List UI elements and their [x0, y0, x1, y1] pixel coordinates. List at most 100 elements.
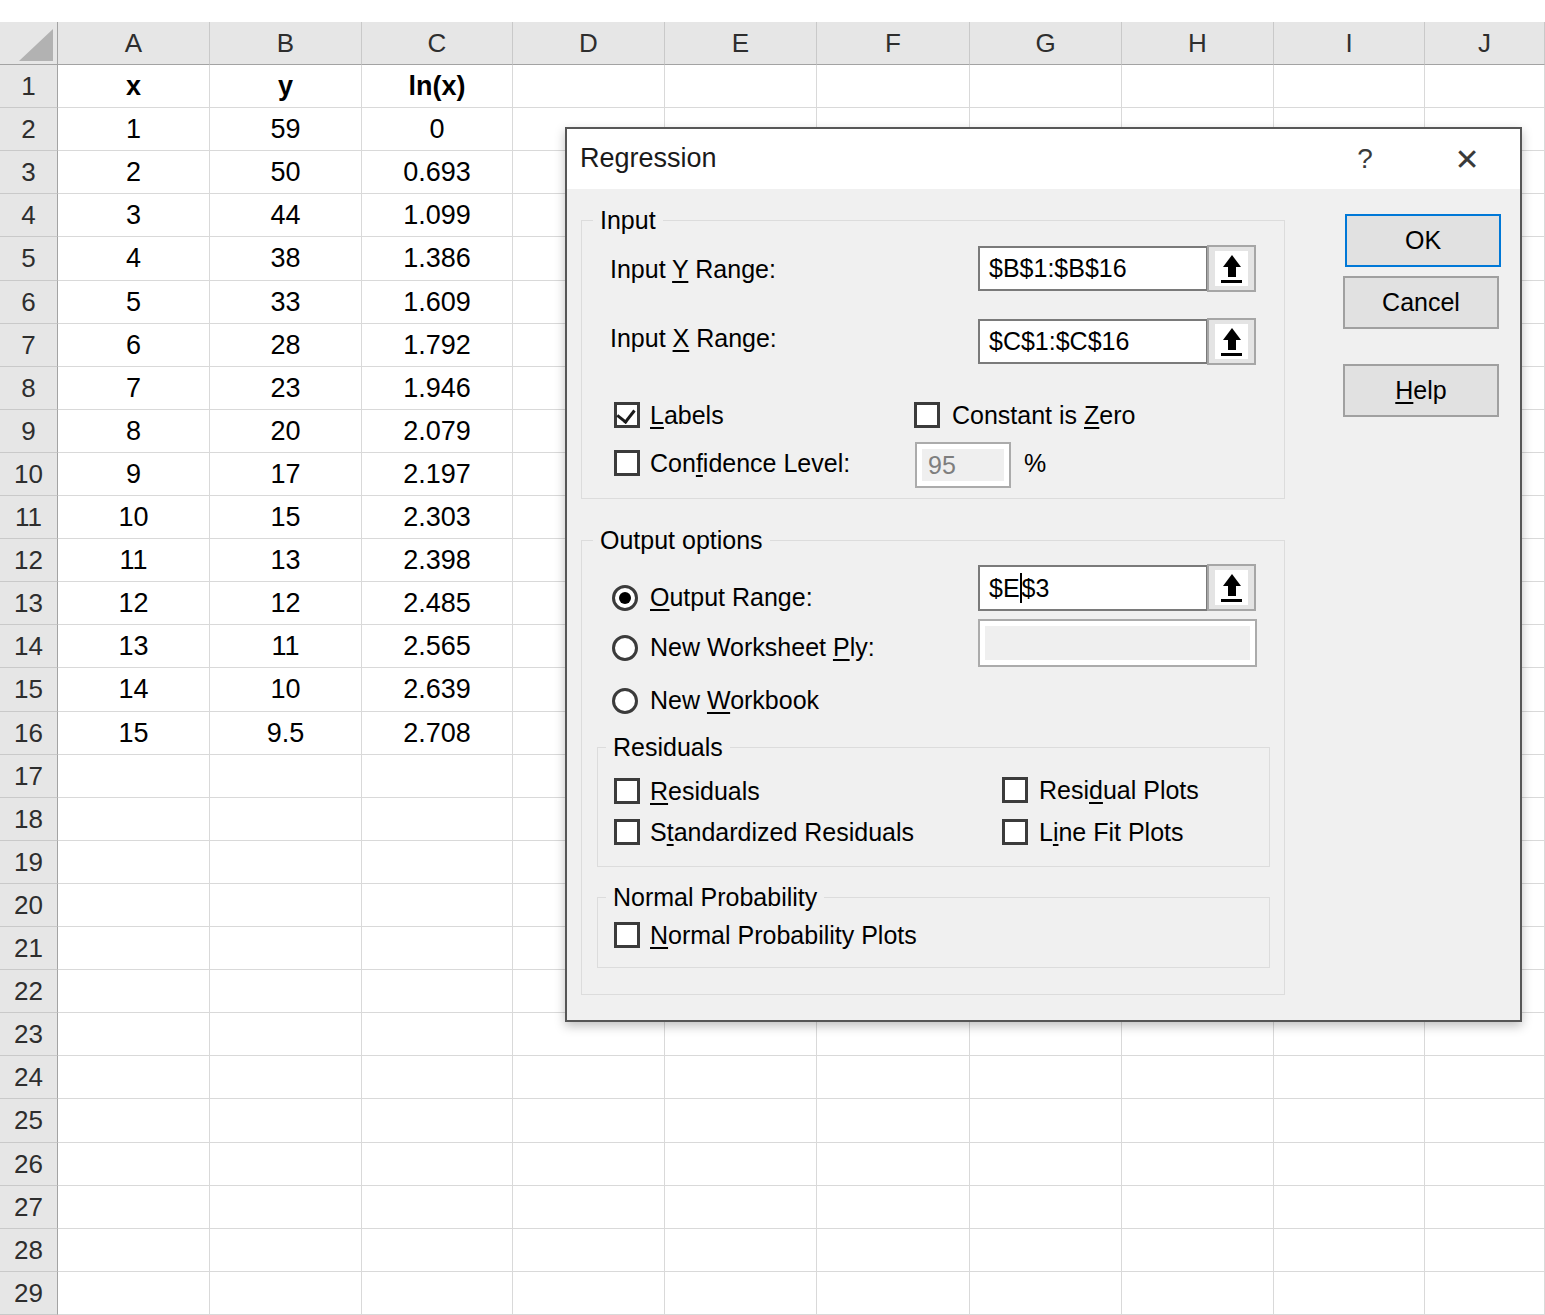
cell-J29[interactable] — [1425, 1272, 1545, 1315]
cell-B9[interactable]: 20 — [210, 410, 362, 453]
cell-I1[interactable] — [1274, 65, 1425, 108]
input-y-range-field[interactable]: $B$1:$B$16 — [978, 246, 1208, 291]
cell-A10[interactable]: 9 — [58, 453, 210, 496]
cell-I25[interactable] — [1274, 1099, 1425, 1143]
cell-C5[interactable]: 1.386 — [362, 237, 513, 281]
cell-F1[interactable] — [817, 65, 970, 108]
cell-A24[interactable] — [58, 1056, 210, 1099]
cell-I28[interactable] — [1274, 1229, 1425, 1272]
cell-A20[interactable] — [58, 884, 210, 927]
confidence-level-field[interactable]: 95 — [915, 442, 1011, 488]
cell-F28[interactable] — [817, 1229, 970, 1272]
row-header-24[interactable]: 24 — [0, 1056, 58, 1099]
cell-G28[interactable] — [970, 1229, 1122, 1272]
cell-D1[interactable] — [513, 65, 665, 108]
cell-C14[interactable]: 2.565 — [362, 625, 513, 668]
cell-E1[interactable] — [665, 65, 817, 108]
cell-D29[interactable] — [513, 1272, 665, 1315]
cell-A21[interactable] — [58, 927, 210, 970]
new-worksheet-ply-radio[interactable] — [612, 635, 638, 661]
cell-F25[interactable] — [817, 1099, 970, 1143]
cell-G26[interactable] — [970, 1143, 1122, 1186]
cell-A28[interactable] — [58, 1229, 210, 1272]
cell-C19[interactable] — [362, 841, 513, 884]
cell-B4[interactable]: 44 — [210, 194, 362, 237]
cell-C15[interactable]: 2.639 — [362, 668, 513, 712]
cell-B28[interactable] — [210, 1229, 362, 1272]
cell-B10[interactable]: 17 — [210, 453, 362, 496]
cell-A9[interactable]: 8 — [58, 410, 210, 453]
cell-B29[interactable] — [210, 1272, 362, 1315]
cell-B17[interactable] — [210, 755, 362, 798]
cell-E29[interactable] — [665, 1272, 817, 1315]
cell-A11[interactable]: 10 — [58, 496, 210, 539]
cancel-button[interactable]: Cancel — [1343, 276, 1499, 329]
cell-F24[interactable] — [817, 1056, 970, 1099]
cell-B8[interactable]: 23 — [210, 367, 362, 410]
cell-J24[interactable] — [1425, 1056, 1545, 1099]
cell-C9[interactable]: 2.079 — [362, 410, 513, 453]
select-all-corner[interactable] — [0, 22, 58, 65]
cell-H26[interactable] — [1122, 1143, 1274, 1186]
cell-H1[interactable] — [1122, 65, 1274, 108]
row-header-23[interactable]: 23 — [0, 1013, 58, 1056]
row-header-22[interactable]: 22 — [0, 970, 58, 1013]
cell-E26[interactable] — [665, 1143, 817, 1186]
row-header-4[interactable]: 4 — [0, 194, 58, 237]
line-fit-plots-checkbox[interactable] — [1002, 819, 1028, 845]
confidence-level-checkbox[interactable] — [614, 450, 640, 476]
cell-C6[interactable]: 1.609 — [362, 281, 513, 324]
cell-A14[interactable]: 13 — [58, 625, 210, 668]
output-range-radio[interactable] — [612, 585, 638, 611]
cell-I27[interactable] — [1274, 1186, 1425, 1229]
input-x-range-field[interactable]: $C$1:$C$16 — [978, 319, 1208, 364]
cell-J25[interactable] — [1425, 1099, 1545, 1143]
constant-is-zero-checkbox[interactable] — [914, 402, 940, 428]
cell-C13[interactable]: 2.485 — [362, 582, 513, 625]
cell-E24[interactable] — [665, 1056, 817, 1099]
row-header-7[interactable]: 7 — [0, 324, 58, 367]
cell-B14[interactable]: 11 — [210, 625, 362, 668]
cell-B13[interactable]: 12 — [210, 582, 362, 625]
cell-G1[interactable] — [970, 65, 1122, 108]
cell-G24[interactable] — [970, 1056, 1122, 1099]
row-header-8[interactable]: 8 — [0, 367, 58, 410]
column-header-D[interactable]: D — [513, 22, 665, 65]
column-header-C[interactable]: C — [362, 22, 513, 65]
row-header-17[interactable]: 17 — [0, 755, 58, 798]
cell-A3[interactable]: 2 — [58, 151, 210, 194]
cell-B12[interactable]: 13 — [210, 539, 362, 582]
cell-C11[interactable]: 2.303 — [362, 496, 513, 539]
cell-B5[interactable]: 38 — [210, 237, 362, 281]
row-header-13[interactable]: 13 — [0, 582, 58, 625]
cell-B26[interactable] — [210, 1143, 362, 1186]
cell-C17[interactable] — [362, 755, 513, 798]
cell-C21[interactable] — [362, 927, 513, 970]
cell-E25[interactable] — [665, 1099, 817, 1143]
cell-B6[interactable]: 33 — [210, 281, 362, 324]
normal-probability-plots-checkbox[interactable] — [614, 922, 640, 948]
cell-A19[interactable] — [58, 841, 210, 884]
cell-C27[interactable] — [362, 1186, 513, 1229]
cell-B19[interactable] — [210, 841, 362, 884]
row-header-11[interactable]: 11 — [0, 496, 58, 539]
cell-B25[interactable] — [210, 1099, 362, 1143]
row-header-25[interactable]: 25 — [0, 1099, 58, 1143]
cell-B1[interactable]: y — [210, 65, 362, 108]
cell-C12[interactable]: 2.398 — [362, 539, 513, 582]
row-header-9[interactable]: 9 — [0, 410, 58, 453]
cell-E27[interactable] — [665, 1186, 817, 1229]
new-worksheet-ply-field[interactable] — [978, 619, 1257, 667]
cell-B20[interactable] — [210, 884, 362, 927]
cell-G29[interactable] — [970, 1272, 1122, 1315]
cell-C3[interactable]: 0.693 — [362, 151, 513, 194]
cell-C8[interactable]: 1.946 — [362, 367, 513, 410]
cell-H28[interactable] — [1122, 1229, 1274, 1272]
cell-B16[interactable]: 9.5 — [210, 712, 362, 755]
row-header-1[interactable]: 1 — [0, 65, 58, 108]
column-header-B[interactable]: B — [210, 22, 362, 65]
cell-A13[interactable]: 12 — [58, 582, 210, 625]
row-header-14[interactable]: 14 — [0, 625, 58, 668]
row-header-2[interactable]: 2 — [0, 108, 58, 151]
cell-A12[interactable]: 11 — [58, 539, 210, 582]
